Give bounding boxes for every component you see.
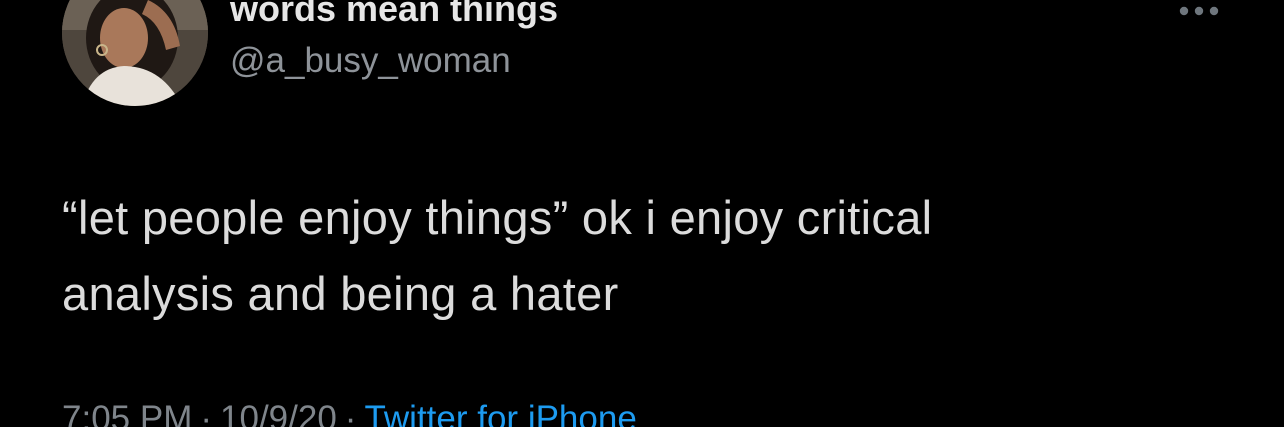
meta-separator: · [200, 399, 213, 427]
tweet-meta: 7:05 PM · 10/9/20 · Twitter for iPhone [62, 399, 637, 427]
tweet-card: words mean things @a_busy_woman “let peo… [0, 0, 1284, 427]
tweet-time[interactable]: 7:05 PM [62, 399, 192, 427]
more-horizontal-icon[interactable] [1175, 2, 1223, 20]
tweet-text-line: analysis and being a hater [62, 267, 619, 320]
author-display-name[interactable]: words mean things [230, 0, 558, 30]
avatar-photo [62, 0, 208, 106]
tweet-date[interactable]: 10/9/20 [220, 399, 337, 427]
meta-separator: · [344, 399, 357, 427]
tweet-text: “let people enjoy things” ok i enjoy cri… [62, 180, 1252, 332]
avatar[interactable] [62, 0, 208, 106]
author-handle[interactable]: @a_busy_woman [230, 41, 511, 81]
tweet-text-line: “let people enjoy things” ok i enjoy cri… [62, 191, 933, 244]
tweet-source-link[interactable]: Twitter for iPhone [364, 399, 636, 427]
